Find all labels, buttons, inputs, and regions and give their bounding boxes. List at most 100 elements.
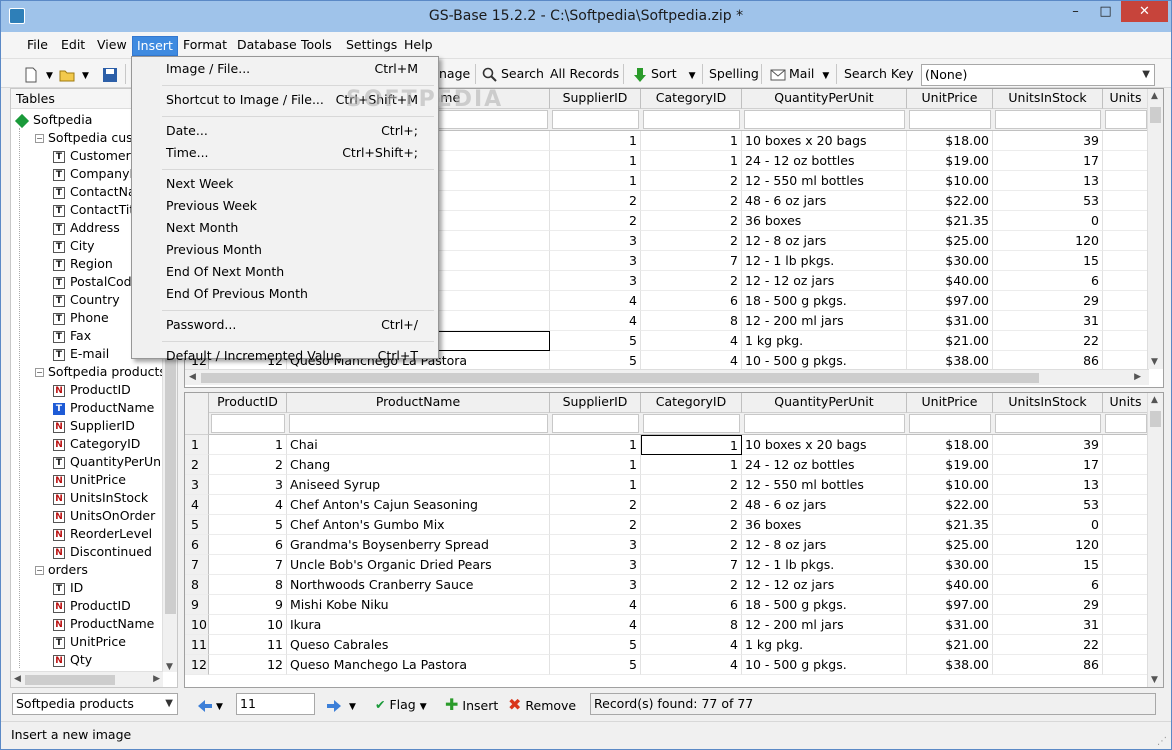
insert-record-button[interactable]: ✚ Insert bbox=[445, 694, 498, 716]
table-cell[interactable]: $21.00 bbox=[907, 635, 993, 655]
tree-item[interactable]: T QuantityPerUnit bbox=[53, 453, 163, 471]
tree-item[interactable]: N SupplierID bbox=[53, 417, 135, 435]
scroll-up-icon[interactable]: ▲ bbox=[1151, 395, 1158, 405]
column-filter-input[interactable] bbox=[1105, 110, 1147, 129]
tree-item[interactable]: T Country bbox=[53, 291, 120, 309]
row-number[interactable]: 2 bbox=[185, 455, 209, 475]
column-header[interactable]: ProductID bbox=[209, 393, 287, 413]
grid-horizontal-scrollbar[interactable]: ◀ ▶ bbox=[185, 369, 1149, 385]
tree-item[interactable]: N UnitPrice bbox=[53, 471, 126, 489]
scroll-up-icon[interactable]: ▲ bbox=[1151, 91, 1158, 101]
table-cell[interactable]: $19.00 bbox=[907, 455, 993, 475]
scrollbar-thumb[interactable] bbox=[1150, 411, 1161, 427]
column-header[interactable]: UnitPrice bbox=[907, 89, 993, 109]
table-cell[interactable]: $31.00 bbox=[907, 311, 993, 331]
table-cell[interactable] bbox=[1103, 475, 1149, 495]
table-cell[interactable]: 4 bbox=[550, 615, 641, 635]
table-row[interactable]: 8 8 Northwoods Cranberry Sauce 3 2 12 - 12 oz… bbox=[185, 575, 1163, 595]
tree-item[interactable]: T Phone bbox=[53, 309, 109, 327]
menu-item-end-next-month[interactable]: End Of Next Month bbox=[133, 262, 437, 282]
table-cell[interactable]: 3 bbox=[550, 535, 641, 555]
collapse-icon[interactable]: − bbox=[35, 134, 44, 143]
table-cell[interactable]: $10.00 bbox=[907, 171, 993, 191]
previous-record-button[interactable]: ▼ bbox=[197, 694, 223, 716]
table-cell[interactable] bbox=[1103, 291, 1149, 311]
table-cell[interactable]: 36 boxes bbox=[742, 515, 907, 535]
table-cell[interactable]: 22 bbox=[993, 635, 1103, 655]
scroll-down-icon[interactable]: ▼ bbox=[1151, 357, 1158, 367]
row-number[interactable]: 10 bbox=[185, 615, 209, 635]
table-cell[interactable]: 12 - 550 ml bottles bbox=[742, 475, 907, 495]
table-cell[interactable]: 10 boxes x 20 bags bbox=[742, 435, 907, 455]
table-cell[interactable]: 2 bbox=[550, 211, 641, 231]
table-cell[interactable]: 6 bbox=[993, 575, 1103, 595]
tree-item[interactable]: T E-mail bbox=[53, 345, 109, 363]
table-cell[interactable] bbox=[1103, 131, 1149, 151]
table-cell[interactable]: 39 bbox=[993, 435, 1103, 455]
tree-item[interactable]: N ProductID bbox=[53, 381, 131, 399]
table-cell[interactable]: 15 bbox=[993, 251, 1103, 271]
row-number[interactable]: 11 bbox=[185, 635, 209, 655]
table-cell[interactable]: 3 bbox=[209, 475, 287, 495]
table-cell[interactable]: 7 bbox=[641, 251, 742, 271]
table-cell[interactable]: 12 - 12 oz jars bbox=[742, 575, 907, 595]
spelling-button[interactable]: Spelling bbox=[709, 63, 759, 85]
table-cell[interactable]: 3 bbox=[550, 555, 641, 575]
scroll-left-icon[interactable]: ◀ bbox=[189, 372, 196, 382]
column-filter-input[interactable] bbox=[995, 414, 1101, 433]
table-cell[interactable]: $38.00 bbox=[907, 655, 993, 675]
scrollbar-thumb[interactable] bbox=[25, 675, 115, 685]
column-header[interactable]: ProductName bbox=[287, 393, 550, 413]
table-cell[interactable]: Uncle Bob's Organic Dried Pears bbox=[287, 555, 550, 575]
table-cell[interactable]: 2 bbox=[641, 495, 742, 515]
data-grid-bottom[interactable]: ProductID ProductName SupplierID CategoryID… bbox=[184, 392, 1164, 688]
table-cell[interactable]: Chang bbox=[287, 455, 550, 475]
column-filter-input[interactable] bbox=[552, 414, 639, 433]
table-cell[interactable]: $22.00 bbox=[907, 495, 993, 515]
flag-button[interactable]: ✔ Flag ▼ bbox=[375, 694, 427, 716]
table-cell[interactable]: Northwoods Cranberry Sauce bbox=[287, 575, 550, 595]
table-cell[interactable]: 1 kg pkg. bbox=[742, 331, 907, 351]
table-cell[interactable]: $97.00 bbox=[907, 291, 993, 311]
table-cell[interactable]: 12 - 550 ml bottles bbox=[742, 171, 907, 191]
table-cell[interactable]: $30.00 bbox=[907, 251, 993, 271]
tree-item[interactable]: N UnitsInStock bbox=[53, 489, 148, 507]
table-cell[interactable]: 7 bbox=[641, 555, 742, 575]
table-cell[interactable] bbox=[1103, 271, 1149, 291]
table-cell[interactable]: 1 bbox=[641, 435, 742, 455]
table-cell[interactable]: 48 - 6 oz jars bbox=[742, 495, 907, 515]
table-cell[interactable]: 3 bbox=[550, 271, 641, 291]
table-cell[interactable] bbox=[1103, 435, 1149, 455]
grid-vertical-scrollbar[interactable]: ▲ ▼ bbox=[1147, 393, 1163, 687]
table-cell[interactable]: 29 bbox=[993, 595, 1103, 615]
table-cell[interactable]: 6 bbox=[641, 291, 742, 311]
menu-edit[interactable]: Edit bbox=[57, 36, 89, 56]
collapse-icon[interactable]: − bbox=[35, 368, 44, 377]
tree-item[interactable]: T Fax bbox=[53, 327, 91, 345]
table-cell[interactable]: 36 boxes bbox=[742, 211, 907, 231]
grid-vertical-scrollbar[interactable]: ▲ ▼ bbox=[1147, 89, 1163, 369]
table-cell[interactable]: 3 bbox=[550, 231, 641, 251]
table-cell[interactable]: 2 bbox=[641, 515, 742, 535]
column-filter-input[interactable] bbox=[909, 110, 991, 129]
scroll-right-icon[interactable]: ▶ bbox=[1134, 372, 1141, 382]
menu-format[interactable]: Format bbox=[179, 36, 231, 56]
table-cell[interactable]: Queso Manchego La Pastora bbox=[287, 655, 550, 675]
scroll-right-icon[interactable]: ▶ bbox=[153, 674, 160, 684]
tree-item[interactable]: N ProductID bbox=[53, 597, 131, 615]
table-cell[interactable]: $21.00 bbox=[907, 331, 993, 351]
table-cell[interactable]: Chef Anton's Cajun Seasoning bbox=[287, 495, 550, 515]
table-cell[interactable] bbox=[1103, 515, 1149, 535]
table-cell[interactable]: 5 bbox=[550, 635, 641, 655]
table-cell[interactable]: Mishi Kobe Niku bbox=[287, 595, 550, 615]
table-cell[interactable]: 1 bbox=[641, 455, 742, 475]
menu-item-previous-week[interactable]: Previous Week bbox=[133, 196, 437, 216]
table-cell[interactable]: 5 bbox=[550, 351, 641, 371]
table-cell[interactable]: 0 bbox=[993, 515, 1103, 535]
scroll-down-icon[interactable]: ▼ bbox=[1151, 675, 1158, 685]
table-cell[interactable]: 120 bbox=[993, 231, 1103, 251]
table-cell[interactable]: $30.00 bbox=[907, 555, 993, 575]
menu-item-end-previous-month[interactable]: End Of Previous Month bbox=[133, 284, 437, 304]
row-number[interactable]: 3 bbox=[185, 475, 209, 495]
table-cell[interactable]: 1 kg pkg. bbox=[742, 635, 907, 655]
